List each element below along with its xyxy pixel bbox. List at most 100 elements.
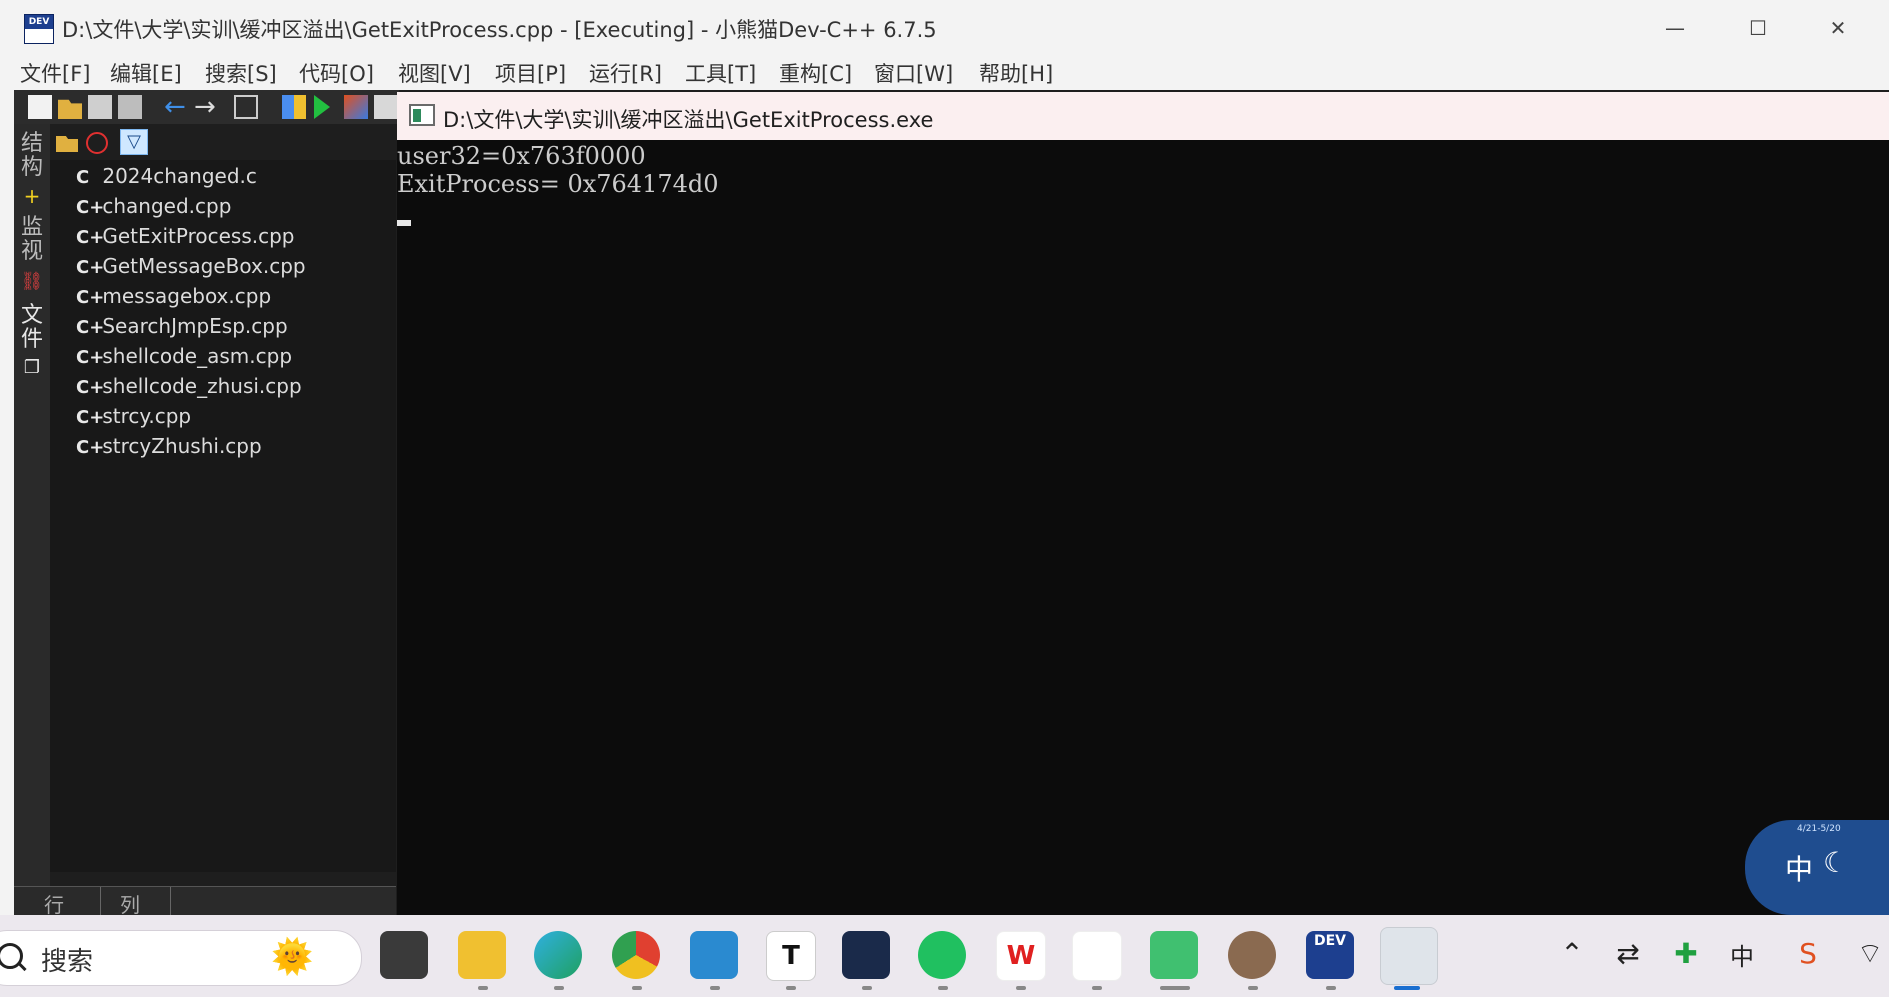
typora-icon[interactable]: T	[766, 931, 816, 981]
file-name: 2024changed.c	[102, 164, 257, 188]
devcpp-app-icon: DEV	[24, 14, 54, 44]
file-item[interactable]: C+ strcyZhushi.cpp	[76, 432, 262, 460]
new-file-icon[interactable]	[28, 95, 52, 119]
console-output-line: user32=0x763f0000	[397, 142, 646, 170]
weather-icon[interactable]: 🌞	[271, 937, 313, 977]
file-item[interactable]: C+ changed.cpp	[76, 192, 231, 220]
security-icon[interactable]: ✚	[1666, 937, 1706, 970]
back-arrow-icon[interactable]: ←	[164, 94, 188, 120]
running-indicator	[786, 986, 796, 990]
locate-target-icon[interactable]	[86, 132, 108, 154]
task-view-icon[interactable]	[380, 931, 428, 979]
running-indicator	[632, 986, 642, 990]
music-icon[interactable]	[1150, 931, 1198, 979]
wechat-icon[interactable]	[918, 931, 966, 979]
file-explorer-icon[interactable]	[458, 931, 506, 979]
menu-project[interactable]: 项目[P]	[495, 58, 566, 88]
cpp-file-icon: C+	[76, 257, 105, 278]
edge-icon[interactable]	[534, 931, 582, 979]
cpp-file-icon: C+	[76, 317, 105, 338]
menu-search[interactable]: 搜索[S]	[205, 58, 277, 88]
widget-date: 4/21-5/20	[1797, 824, 1841, 834]
ime-floating-widget[interactable]: 4/21-5/20 中 ☾	[1745, 820, 1889, 915]
maximize-button[interactable]: ☐	[1728, 8, 1788, 48]
console-title-bar: D:\文件\大学\实训\缓冲区溢出\GetExitProcess.exe	[397, 92, 1889, 140]
file-item[interactable]: C+ strcy.cpp	[76, 402, 191, 430]
file-item[interactable]: C+ GetMessageBox.cpp	[76, 252, 306, 280]
status-divider	[170, 887, 171, 917]
file-item[interactable]: C+ SearchJmpEsp.cpp	[76, 312, 288, 340]
rebuild-icon[interactable]	[374, 95, 398, 119]
console-app-icon	[409, 104, 435, 126]
running-indicator	[478, 986, 488, 990]
sogou-ime-icon[interactable]: S	[1788, 937, 1828, 970]
file-item[interactable]: C+ shellcode_asm.cpp	[76, 342, 292, 370]
watch-tab[interactable]: 监视	[18, 216, 46, 264]
menu-code[interactable]: 代码[O]	[299, 58, 374, 88]
open-folder-icon[interactable]	[58, 99, 82, 119]
cpp-file-icon: C+	[76, 347, 105, 368]
close-button[interactable]: ✕	[1808, 8, 1868, 48]
debug-icon[interactable]: ⛓	[18, 270, 46, 294]
add-watch-icon[interactable]: +	[18, 184, 46, 208]
file-panel-toolbar: ▽	[50, 124, 396, 160]
menu-help[interactable]: 帮助[H]	[979, 58, 1053, 88]
console-title: D:\文件\大学\实训\缓冲区溢出\GetExitProcess.exe	[443, 108, 934, 132]
running-indicator	[1016, 986, 1026, 990]
menu-refactor[interactable]: 重构[C]	[779, 58, 852, 88]
menu-file[interactable]: 文件[F]	[20, 58, 90, 88]
running-indicator	[862, 986, 872, 990]
console-cursor	[397, 220, 411, 226]
settings-sliders-icon[interactable]: ⇄	[1608, 937, 1648, 970]
compile-icon[interactable]	[282, 95, 306, 119]
window-title: D:\文件\大学\实训\缓冲区溢出\GetExitProcess.cpp - […	[62, 18, 937, 42]
chevron-up-icon[interactable]: ⌃	[1552, 937, 1592, 970]
files-tab[interactable]: 文件	[18, 304, 46, 352]
title-bar: DEV D:\文件\大学\实训\缓冲区溢出\GetExitProcess.cpp…	[0, 0, 1889, 56]
format-icon[interactable]	[234, 95, 258, 119]
menu-tools[interactable]: 工具[T]	[685, 58, 756, 88]
wifi-icon[interactable]: ⌔	[1852, 937, 1888, 972]
ime-indicator[interactable]: 中	[1722, 937, 1762, 972]
cpp-file-icon: C+	[76, 197, 105, 218]
search-icon	[0, 943, 23, 969]
forward-arrow-icon[interactable]: →	[194, 94, 218, 120]
structure-tab[interactable]: 结构	[18, 132, 46, 180]
menu-edit[interactable]: 编辑[E]	[110, 58, 182, 88]
console-window-taskbar-icon[interactable]	[1380, 927, 1438, 985]
file-name: strcy.cpp	[102, 404, 192, 428]
file-item[interactable]: C+ shellcode_zhusi.cpp	[76, 372, 302, 400]
running-indicator	[1326, 986, 1336, 990]
baidu-netdisk-icon[interactable]	[1072, 931, 1122, 981]
file-item[interactable]: C+ GetExitProcess.cpp	[76, 222, 295, 250]
running-indicator	[1160, 986, 1190, 990]
ime-mode-label: 中	[1785, 853, 1814, 886]
menu-window[interactable]: 窗口[W]	[874, 58, 953, 88]
copy-icon[interactable]: ❐	[18, 356, 46, 380]
c-file-icon: C	[76, 167, 90, 188]
running-indicator	[938, 986, 948, 990]
file-item[interactable]: C+ messagebox.cpp	[76, 282, 271, 310]
minimize-button[interactable]: —	[1645, 8, 1705, 48]
wps-icon[interactable]: W	[996, 931, 1046, 981]
save-icon[interactable]	[88, 95, 112, 119]
running-indicator	[1248, 986, 1258, 990]
open-folder-icon[interactable]	[56, 136, 78, 152]
save-all-icon[interactable]	[118, 95, 142, 119]
filter-icon[interactable]: ▽	[120, 129, 148, 155]
running-indicator	[554, 986, 564, 990]
devcpp-taskbar-icon[interactable]: DEV	[1306, 931, 1354, 979]
compile-run-icon[interactable]	[344, 95, 368, 119]
notepad-icon[interactable]	[690, 931, 738, 979]
console-output-line: ExitProcess= 0x764174d0	[397, 170, 719, 198]
menu-run[interactable]: 运行[R]	[589, 58, 662, 88]
menu-bar: 文件[F] 编辑[E] 搜索[S] 代码[O] 视图[V] 项目[P] 运行[R…	[0, 54, 1889, 90]
portrait-app-icon[interactable]	[1228, 931, 1276, 979]
taskbar-search[interactable]: 搜索 🌞	[0, 930, 362, 986]
chrome-icon[interactable]	[612, 931, 660, 979]
menu-view[interactable]: 视图[V]	[398, 58, 471, 88]
run-icon[interactable]	[314, 95, 330, 119]
file-name: shellcode_zhusi.cpp	[102, 374, 302, 398]
file-item[interactable]: C 2024changed.c	[76, 162, 257, 190]
cat-app-icon[interactable]	[842, 931, 890, 979]
